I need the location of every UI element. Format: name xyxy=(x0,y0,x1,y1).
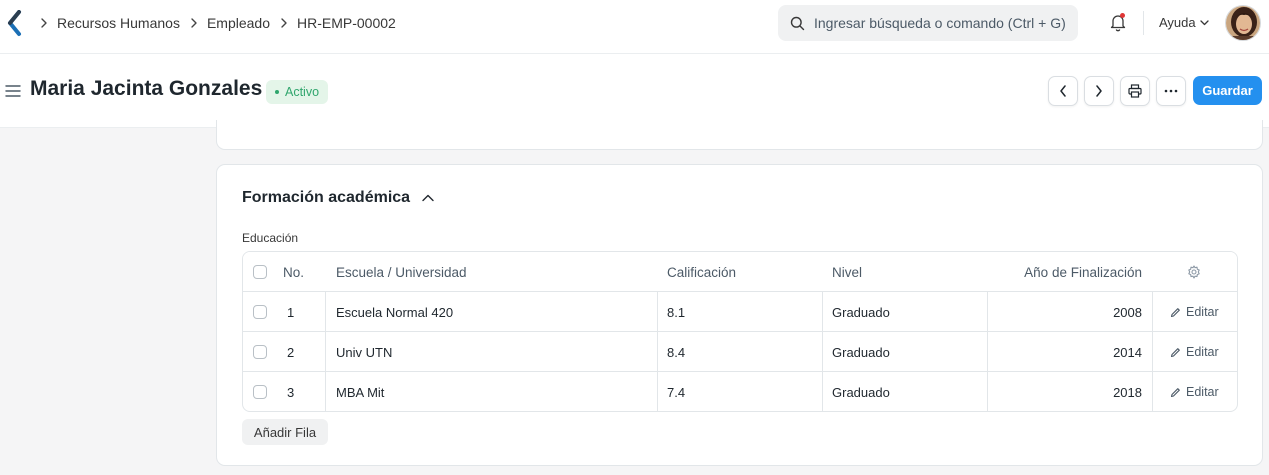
help-dropdown[interactable]: Ayuda xyxy=(1159,15,1209,30)
table-header-row: No. Escuela / Universidad Calificación N… xyxy=(243,252,1237,292)
edit-label: Editar xyxy=(1186,345,1219,359)
education-section-card: Formación académica Educación No. Escuel… xyxy=(216,164,1263,466)
column-header-grade: Calificación xyxy=(667,264,737,280)
year-cell[interactable]: 2014 xyxy=(987,332,1142,372)
previous-section-card xyxy=(216,120,1263,150)
row-checkbox[interactable] xyxy=(253,292,267,332)
section-title: Formación académica xyxy=(242,189,411,206)
select-all-checkbox[interactable] xyxy=(253,252,267,292)
pencil-icon xyxy=(1170,307,1180,317)
previous-record-button[interactable] xyxy=(1048,76,1078,106)
gear-icon xyxy=(1188,265,1200,279)
status-badge: Activo xyxy=(266,80,329,104)
school-cell[interactable]: Univ UTN xyxy=(336,332,392,372)
school-cell[interactable]: Escuela Normal 420 xyxy=(336,292,453,332)
grade-cell[interactable]: 8.4 xyxy=(667,332,685,372)
chevron-right-icon xyxy=(1096,85,1102,97)
level-cell[interactable]: Graduado xyxy=(832,292,890,332)
chevron-down-icon xyxy=(1199,19,1209,25)
row-number: 1 xyxy=(287,304,295,320)
education-table: No. Escuela / Universidad Calificación N… xyxy=(242,251,1238,412)
hamburger-icon[interactable] xyxy=(5,84,21,97)
chevron-right-icon xyxy=(190,18,198,28)
school-cell[interactable]: MBA Mit xyxy=(336,372,384,411)
edit-row-button[interactable]: Editar xyxy=(1170,332,1219,372)
field-label: Educación xyxy=(242,231,299,245)
level-cell[interactable]: Graduado xyxy=(832,372,890,411)
year-cell[interactable]: 2018 xyxy=(987,372,1142,411)
bell-icon[interactable] xyxy=(1108,12,1128,32)
printer-icon xyxy=(1128,84,1142,98)
column-header-school: Escuela / Universidad xyxy=(336,264,467,280)
level-cell[interactable]: Graduado xyxy=(832,332,890,372)
edit-label: Editar xyxy=(1186,385,1219,399)
edit-label: Editar xyxy=(1186,305,1219,319)
notification-dot xyxy=(1120,13,1125,18)
next-record-button[interactable] xyxy=(1084,76,1114,106)
more-actions-button[interactable] xyxy=(1156,76,1186,106)
navbar: Recursos Humanos Empleado HR-EMP-00002 I… xyxy=(0,0,1269,54)
table-row[interactable]: 1 Escuela Normal 420 8.1 Graduado 2008 E… xyxy=(243,292,1237,332)
section-header[interactable]: Formación académica xyxy=(242,189,434,207)
chevron-up-icon xyxy=(422,194,434,202)
year-cell[interactable]: 2008 xyxy=(987,292,1142,332)
breadcrumb: Recursos Humanos Empleado HR-EMP-00002 xyxy=(40,0,406,46)
status-dot xyxy=(275,90,279,94)
avatar[interactable] xyxy=(1225,5,1261,41)
breadcrumb-item-record[interactable]: HR-EMP-00002 xyxy=(297,15,396,31)
column-settings-button[interactable] xyxy=(1187,252,1201,292)
status-label: Activo xyxy=(285,85,320,99)
edit-row-button[interactable]: Editar xyxy=(1170,292,1219,332)
table-row[interactable]: 2 Univ UTN 8.4 Graduado 2014 Editar xyxy=(243,332,1237,372)
more-icon xyxy=(1164,89,1178,93)
search-input[interactable]: Ingresar búsqueda o comando (Ctrl + G) xyxy=(778,5,1078,41)
chevron-left-icon xyxy=(1060,85,1066,97)
page-head: Maria Jacinta Gonzales Activo Guardar xyxy=(0,54,1269,128)
row-checkbox[interactable] xyxy=(253,332,267,372)
help-label: Ayuda xyxy=(1159,15,1196,30)
pencil-icon xyxy=(1170,387,1180,397)
chevron-right-icon xyxy=(280,18,288,28)
row-checkbox[interactable] xyxy=(253,372,267,411)
row-number: 2 xyxy=(287,344,295,360)
column-header-no: No. xyxy=(283,264,305,280)
grade-cell[interactable]: 7.4 xyxy=(667,372,685,411)
table-row[interactable]: 3 MBA Mit 7.4 Graduado 2018 Editar xyxy=(243,372,1237,411)
column-header-year: Año de Finalización xyxy=(1024,264,1142,280)
search-icon xyxy=(790,16,805,30)
add-row-button[interactable]: Añadir Fila xyxy=(242,419,328,445)
save-button[interactable]: Guardar xyxy=(1193,76,1262,105)
chevron-right-icon xyxy=(40,18,48,28)
column-header-level: Nivel xyxy=(832,264,863,280)
breadcrumb-item-module[interactable]: Recursos Humanos xyxy=(57,15,180,31)
pencil-icon xyxy=(1170,347,1180,357)
row-number: 3 xyxy=(287,384,295,400)
page-title: Maria Jacinta Gonzales xyxy=(30,77,263,100)
grade-cell[interactable]: 8.1 xyxy=(667,292,685,332)
edit-row-button[interactable]: Editar xyxy=(1170,372,1219,411)
divider xyxy=(1143,11,1144,35)
search-placeholder: Ingresar búsqueda o comando (Ctrl + G) xyxy=(814,15,1066,31)
app-logo-icon[interactable] xyxy=(6,10,24,38)
print-button[interactable] xyxy=(1120,76,1150,106)
breadcrumb-item-doctype[interactable]: Empleado xyxy=(207,15,270,31)
